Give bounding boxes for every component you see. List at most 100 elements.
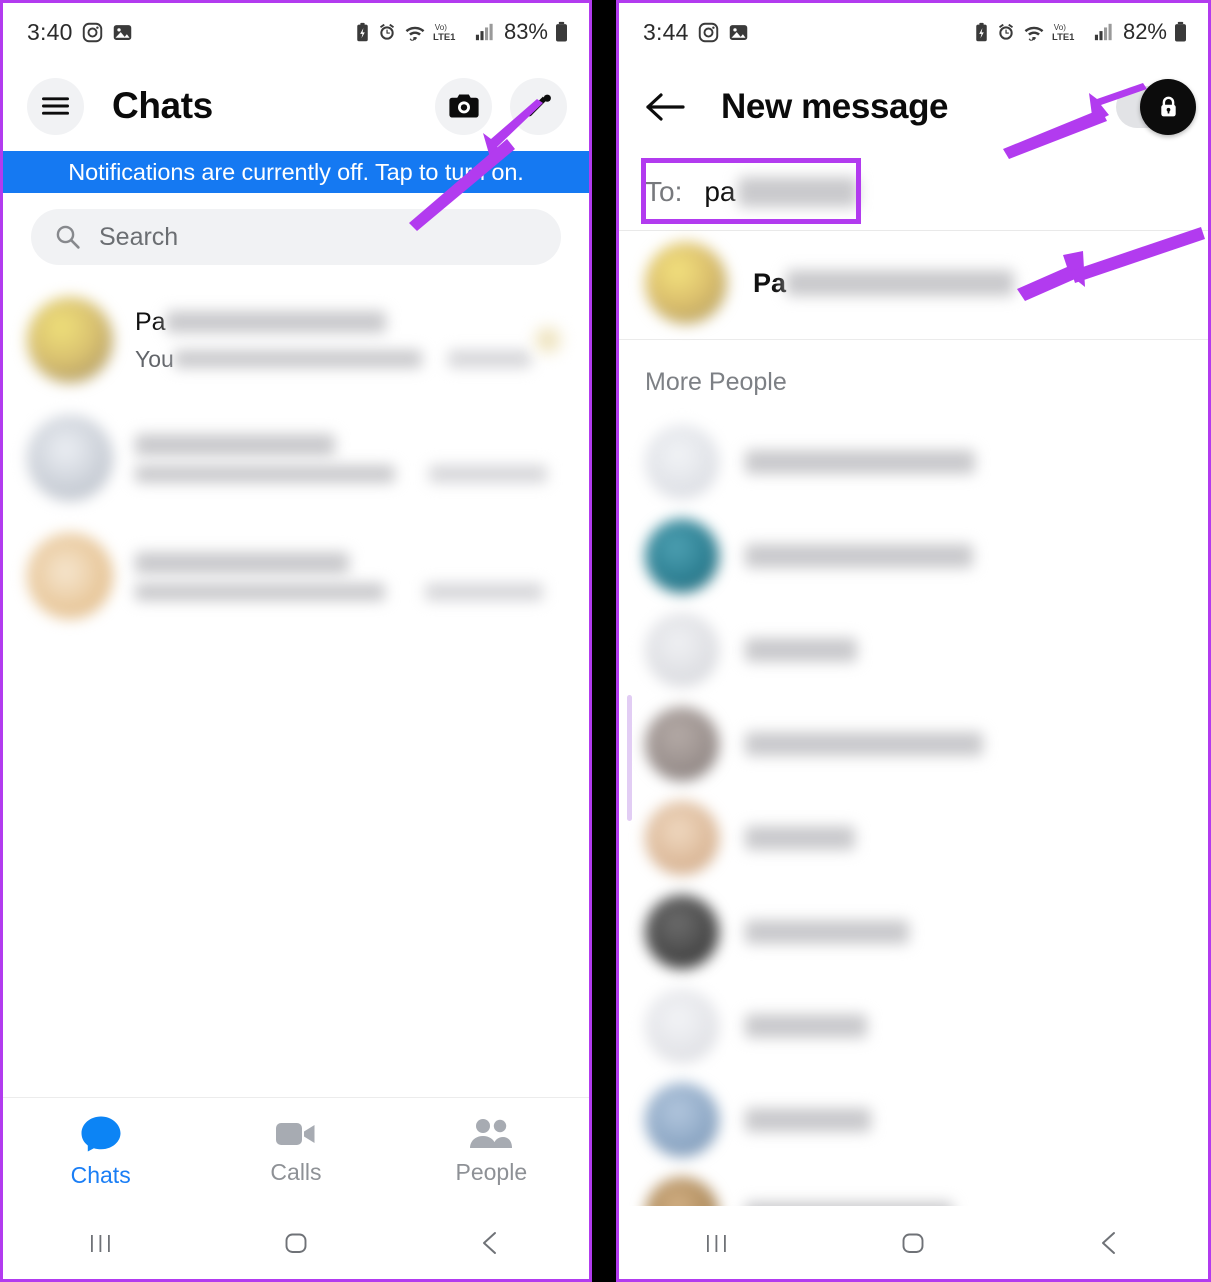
chat-item-texts	[135, 433, 565, 483]
android-nav-bar-right	[619, 1206, 1208, 1279]
nav-recents-button[interactable]	[619, 1228, 815, 1258]
android-nav-bar-left	[3, 1206, 589, 1279]
avatar	[645, 519, 719, 593]
nav-back-button[interactable]	[1012, 1228, 1208, 1258]
chat-preview-visible-part: You	[135, 345, 174, 372]
chat-bubble-icon	[80, 1115, 122, 1153]
nav-recents-button[interactable]	[3, 1228, 198, 1258]
redacted-name	[165, 311, 386, 333]
chat-list-item-0[interactable]: Pa You	[3, 281, 589, 399]
scroll-indicator[interactable]	[627, 695, 632, 821]
redacted-timestamp	[429, 464, 547, 483]
camera-icon	[448, 93, 479, 119]
avatar	[645, 801, 719, 875]
redacted-preview	[135, 464, 395, 483]
nav-home-button[interactable]	[198, 1228, 393, 1258]
status-bar-left-cluster: 3:40	[27, 19, 133, 46]
people-list-item-7[interactable]	[619, 1073, 1208, 1167]
contact-name	[745, 732, 983, 756]
back-button[interactable]	[645, 92, 687, 122]
redacted-contact-name	[745, 638, 857, 662]
people-list-item-2[interactable]	[619, 603, 1208, 697]
people-list-item-0[interactable]	[619, 415, 1208, 509]
chat-item-texts	[135, 551, 565, 601]
camera-button[interactable]	[435, 77, 492, 135]
search-placeholder: Search	[99, 222, 179, 251]
redacted-contact-name	[745, 1108, 871, 1132]
battery-saver-icon	[973, 22, 990, 43]
home-icon	[898, 1228, 928, 1258]
nav-home-button[interactable]	[815, 1228, 1011, 1258]
chat-list: Pa You	[3, 275, 589, 635]
redacted-contact-name	[745, 920, 909, 944]
hamburger-menu-button[interactable]	[27, 77, 84, 135]
redacted-contact-name	[745, 732, 983, 756]
chat-list-item-1[interactable]	[3, 399, 589, 517]
people-list-item-5[interactable]	[619, 885, 1208, 979]
redacted-contact-name	[745, 1014, 867, 1038]
lock-icon	[1158, 95, 1179, 119]
contact-name	[745, 1014, 867, 1038]
search-container: Search	[3, 193, 589, 275]
redacted-contact-name	[786, 270, 1015, 296]
redacted-contact-name	[745, 450, 975, 474]
back-icon	[476, 1228, 506, 1258]
people-icon	[469, 1118, 513, 1150]
left-phone-screen: 3:40 Vo) LTE1 83% Chats Notifications ar…	[0, 0, 592, 1282]
tab-chats[interactable]: Chats	[3, 1115, 198, 1189]
contact-name	[745, 1108, 871, 1132]
avatar	[27, 415, 113, 501]
to-field[interactable]: To: pa	[619, 153, 1208, 231]
chat-list-item-2[interactable]	[3, 517, 589, 635]
chat-contact-name	[135, 433, 565, 456]
status-bar-left-cluster: 3:44	[643, 19, 749, 46]
battery-percent-label: 82%	[1122, 19, 1167, 44]
alarm-icon	[996, 22, 1016, 42]
tab-calls[interactable]: Calls	[198, 1118, 393, 1186]
people-list-item-4[interactable]	[619, 791, 1208, 885]
contact-name	[745, 544, 973, 568]
photos-icon	[112, 22, 133, 43]
contact-name	[745, 826, 855, 850]
notifications-off-banner[interactable]: Notifications are currently off. Tap to …	[3, 151, 589, 193]
encryption-toggle[interactable]	[1116, 79, 1196, 135]
home-icon	[281, 1228, 311, 1258]
people-list-item-1[interactable]	[619, 509, 1208, 603]
svg-text:LTE1: LTE1	[433, 32, 455, 43]
contact-name	[745, 450, 975, 474]
redacted-name	[135, 433, 335, 456]
people-list-item-3[interactable]	[619, 697, 1208, 791]
signal-icon	[1094, 22, 1114, 42]
compose-button[interactable]	[510, 77, 567, 135]
nav-back-button[interactable]	[394, 1228, 589, 1258]
chat-preview	[135, 464, 565, 483]
alarm-icon	[377, 22, 397, 42]
redacted-preview	[135, 582, 385, 601]
avatar	[645, 425, 719, 499]
photos-icon	[728, 22, 749, 43]
chat-trailing-indicator	[531, 323, 565, 357]
contact-name-visible-part: Pa	[753, 267, 787, 298]
avatar	[645, 895, 719, 969]
avatar	[645, 613, 719, 687]
instagram-icon	[698, 22, 719, 43]
toggle-knob	[1140, 79, 1196, 135]
volte-icon: Vo) LTE1	[433, 21, 469, 43]
avatar	[27, 533, 113, 619]
people-list	[619, 415, 1208, 1261]
chat-contact-name: Pa	[135, 308, 531, 337]
avatar	[645, 242, 727, 324]
redacted-name	[135, 551, 349, 574]
search-input[interactable]: Search	[31, 209, 561, 265]
tab-people[interactable]: People	[394, 1118, 589, 1186]
redacted-timestamp	[425, 582, 543, 601]
chat-contact-name	[135, 551, 565, 574]
status-time: 3:40	[27, 18, 73, 45]
suggested-contact-row[interactable]: Pa	[619, 231, 1208, 335]
redacted-preview	[173, 350, 422, 368]
contact-name: Pa	[753, 267, 1015, 299]
to-label: To:	[645, 175, 683, 207]
people-list-item-6[interactable]	[619, 979, 1208, 1073]
svg-text:Vo): Vo)	[435, 23, 447, 32]
tab-calls-label: Calls	[270, 1159, 322, 1185]
